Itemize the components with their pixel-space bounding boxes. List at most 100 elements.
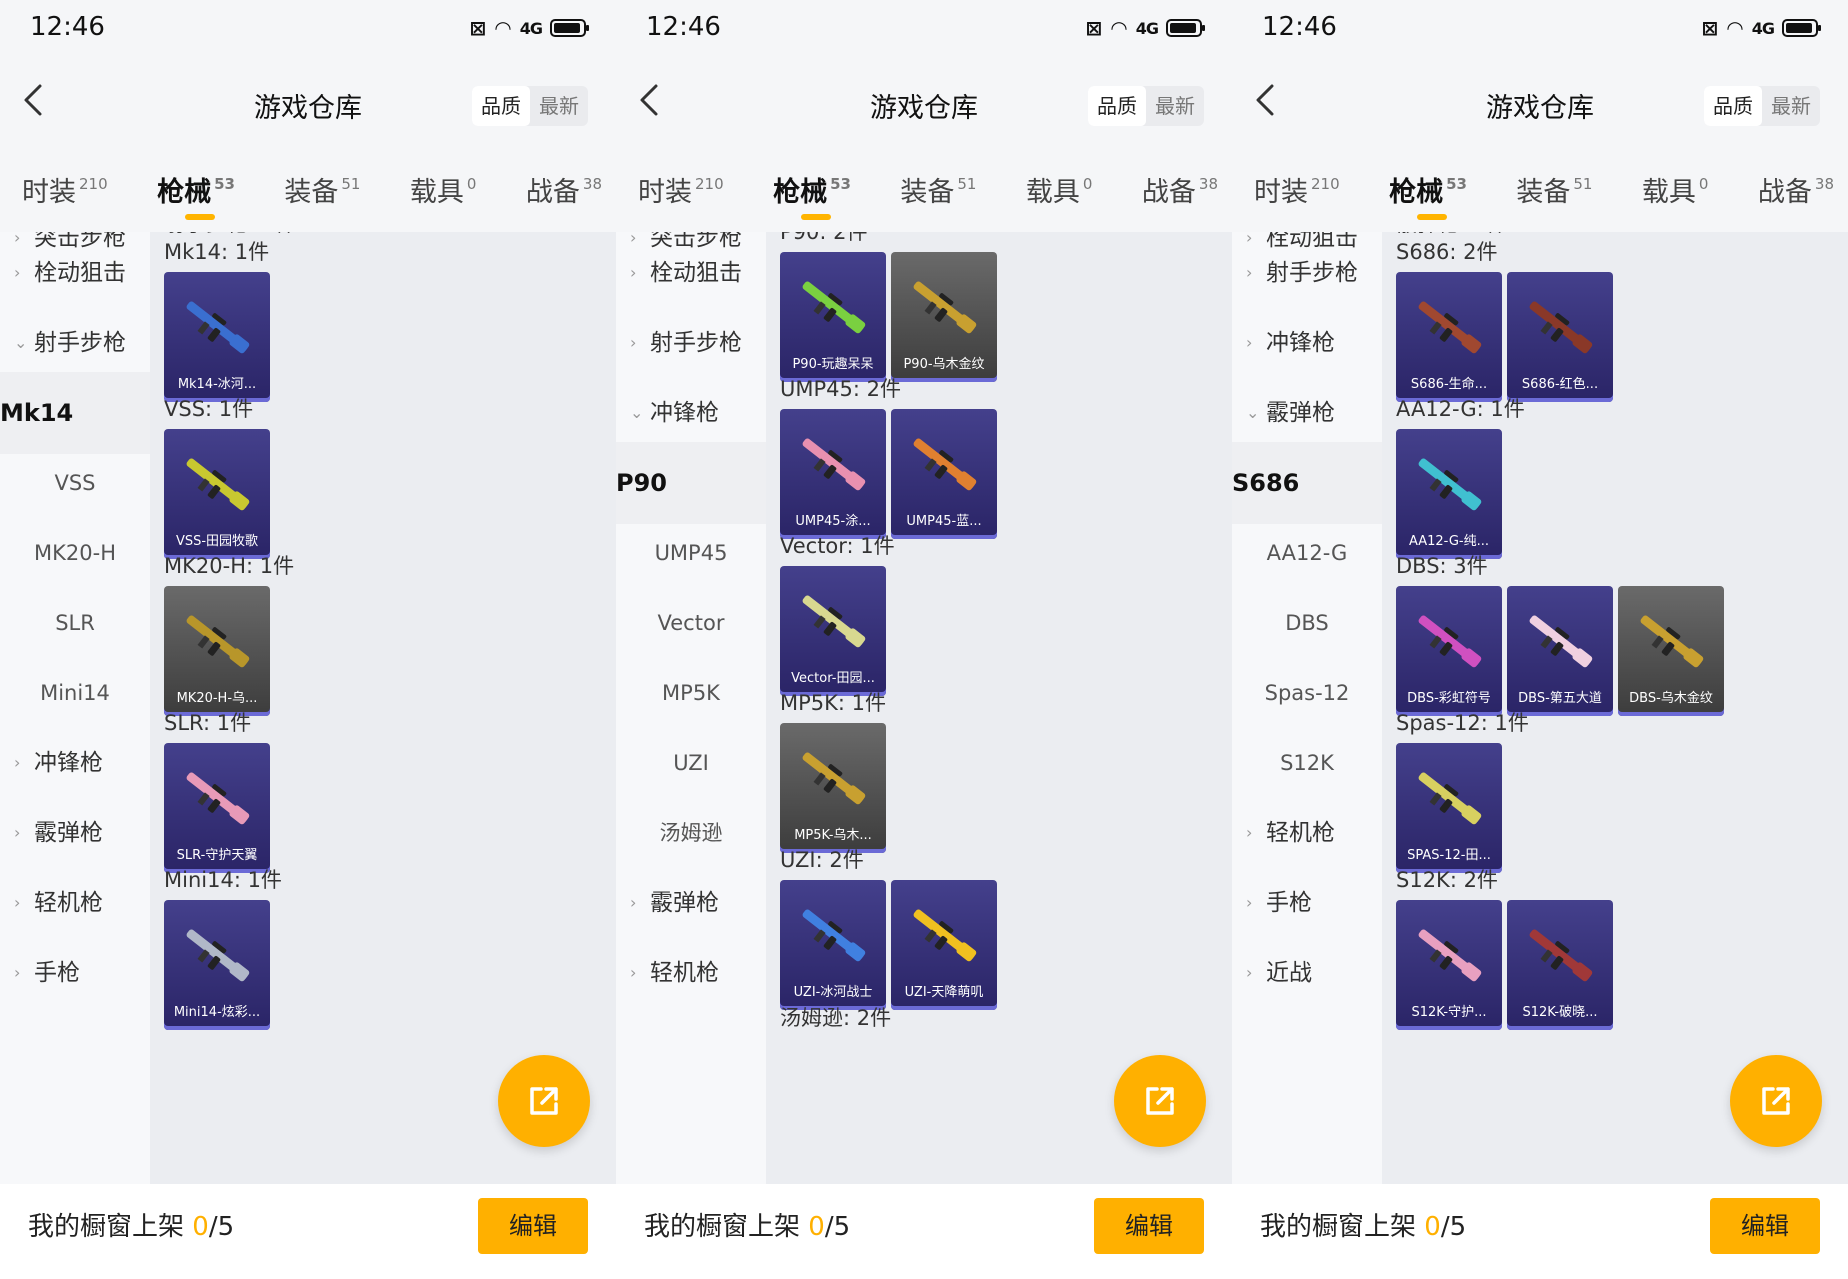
group-cards: DBS-彩虹符号 DBS-第五大道 DBS-乌木金纹 [1396, 586, 1724, 716]
tab-0[interactable]: 时装 210 [1254, 170, 1340, 230]
tab-0[interactable]: 时装 210 [22, 170, 108, 230]
weapon-skin-card[interactable]: UMP45-涂... [780, 409, 886, 539]
sidebar-item-label: 栓动狙击 [650, 260, 742, 286]
tab-label: 装备 [284, 177, 339, 208]
shelf-label: 我的橱窗上架 [28, 1212, 193, 1242]
sort-quality-button[interactable]: 品质 [472, 86, 530, 126]
sort-toggle[interactable]: 品质 最新 [472, 86, 588, 126]
sort-newest-button[interactable]: 最新 [1146, 86, 1204, 126]
skin-name: UZI-天降萌叽 [904, 985, 984, 1000]
sort-quality-button[interactable]: 品质 [1088, 86, 1146, 126]
edit-button[interactable]: 编辑 [478, 1198, 588, 1254]
weapon-grid: P90: 2件 P90-玩趣呆呆 P90-乌木金纹 UMP45: 2件 UMP45-涂.… [766, 232, 1232, 1184]
edit-button[interactable]: 编辑 [1094, 1198, 1204, 1254]
gun-skin-image [1529, 615, 1593, 668]
tab-4[interactable]: 战备 38 [1758, 170, 1834, 230]
weapon-skin-card[interactable]: DBS-第五大道 [1507, 586, 1613, 716]
weapon-skin-card[interactable]: S12K-破晓... [1507, 900, 1613, 1030]
share-button[interactable] [498, 1055, 590, 1147]
wifi-icon: ◠ [1726, 16, 1744, 40]
group-cards: AA12-G-纯... [1396, 429, 1525, 559]
tab-2[interactable]: 装备 51 [1516, 170, 1592, 230]
weapon-skin-card[interactable]: DBS-彩虹符号 [1396, 586, 1502, 716]
shelf-status: 我的橱窗上架 0/5 [1260, 1206, 1466, 1243]
sidebar-item[interactable]: › 轻机枪 [616, 932, 766, 1014]
phone-screen-2: 12:46 ⊠ ◠ 4G 游戏仓库 品质 最新 时装 210 枪械 53 装备 51 载具 0 战备 38 › 突击… [616, 0, 1232, 1279]
weapon-skin-card[interactable]: S686-生命... [1396, 272, 1502, 402]
weapon-skin-card[interactable]: SPAS-12-田... [1396, 743, 1502, 873]
category-tabs: 时装 210 枪械 53 装备 51 载具 0 战备 38 [0, 170, 616, 230]
weapon-skin-card[interactable]: UMP45-蓝... [891, 409, 997, 539]
skin-name: UMP45-蓝... [906, 514, 982, 529]
sidebar-item[interactable]: › 近战 [1232, 932, 1382, 1014]
tab-label: 载具 [1641, 177, 1696, 208]
tab-label: 枪械 [1389, 177, 1444, 208]
weapon-skin-card[interactable]: Mini14-炫彩... [164, 900, 270, 1030]
tab-label: 时装 [638, 177, 692, 208]
chevron-icon: › [630, 963, 637, 982]
share-button[interactable] [1114, 1055, 1206, 1147]
status-time: 12:46 [30, 12, 105, 42]
nfc-icon: ⊠ [1701, 16, 1719, 40]
nfc-icon: ⊠ [1085, 16, 1103, 40]
share-button[interactable] [1730, 1055, 1822, 1147]
sidebar-item-label: S12K [1280, 751, 1334, 775]
sort-quality-button[interactable]: 品质 [1704, 86, 1762, 126]
status-bar: 12:46 ⊠ ◠ 4G [1232, 0, 1848, 56]
sidebar-item-label: Vector [657, 611, 725, 635]
weapon-skin-card[interactable]: UZI-冰河战士 [780, 880, 886, 1010]
weapon-skin-card[interactable]: SLR-守护天翼 [164, 743, 270, 873]
phone-screen-3: 12:46 ⊠ ◠ 4G 游戏仓库 品质 最新 时装 210 枪械 53 装备 51 载具 0 战备 38 › 栓动… [1232, 0, 1848, 1279]
weapon-skin-card[interactable]: Vector-田园... [780, 566, 886, 696]
weapon-skin-card[interactable]: S686-红色... [1507, 272, 1613, 402]
weapon-skin-card[interactable]: MK20-H-乌... [164, 586, 270, 716]
weapon-skin-card[interactable]: MP5K-乌木... [780, 723, 886, 853]
weapon-group: Mk14: 1件 Mk14-冰河... [164, 232, 270, 402]
sort-toggle[interactable]: 品质 最新 [1088, 86, 1204, 126]
tab-3[interactable]: 载具 0 [410, 170, 477, 230]
sort-newest-button[interactable]: 最新 [1762, 86, 1820, 126]
tab-1[interactable]: 枪械 53 [157, 170, 235, 230]
skin-name: DBS-乌木金纹 [1629, 691, 1713, 706]
group-title: SLR: 1件 [164, 711, 252, 735]
share-icon [530, 1087, 558, 1115]
bottom-bar: 我的橱窗上架 0/5 编辑 [1232, 1184, 1848, 1279]
group-cards: SLR-守护天翼 [164, 743, 270, 873]
sort-toggle[interactable]: 品质 最新 [1704, 86, 1820, 126]
sidebar-item-label: 射手步枪 [34, 330, 126, 356]
tab-0[interactable]: 时装 210 [638, 170, 724, 230]
tab-4[interactable]: 战备 38 [526, 170, 602, 230]
sidebar-item-label: Mk14 [0, 399, 74, 427]
weapon-skin-card[interactable]: VSS-田园牧歌 [164, 429, 270, 559]
tab-3[interactable]: 载具 0 [1026, 170, 1093, 230]
sort-newest-button[interactable]: 最新 [530, 86, 588, 126]
tab-2[interactable]: 装备 51 [900, 170, 976, 230]
wifi-icon: ◠ [1110, 16, 1128, 40]
partial-group-title: 汤姆逊: 2件 [780, 1006, 892, 1030]
edit-button[interactable]: 编辑 [1710, 1198, 1820, 1254]
weapon-skin-card[interactable]: UZI-天降萌叽 [891, 880, 997, 1010]
gun-skin-image [802, 438, 866, 491]
weapon-skin-card[interactable]: Mk14-冰河... [164, 272, 270, 402]
tab-label: 载具 [1025, 177, 1080, 208]
sidebar-item-label: AA12-G [1266, 541, 1348, 565]
tab-4[interactable]: 战备 38 [1142, 170, 1218, 230]
tab-2[interactable]: 装备 51 [284, 170, 360, 230]
sidebar-item-label: S686 [1232, 469, 1300, 497]
tab-1[interactable]: 枪械 53 [773, 170, 851, 230]
weapon-skin-card[interactable]: P90-乌木金纹 [891, 252, 997, 382]
tab-count: 51 [957, 175, 977, 193]
tab-1[interactable]: 枪械 53 [1389, 170, 1467, 230]
tab-3[interactable]: 载具 0 [1642, 170, 1709, 230]
group-cards: SPAS-12-田... [1396, 743, 1529, 873]
status-icons: ⊠ ◠ 4G [470, 16, 589, 40]
weapon-skin-card[interactable]: P90-玩趣呆呆 [780, 252, 886, 382]
weapon-skin-card[interactable]: DBS-乌木金纹 [1618, 586, 1724, 716]
weapon-skin-card[interactable]: AA12-G-纯... [1396, 429, 1502, 559]
shelf-status: 我的橱窗上架 0/5 [644, 1206, 850, 1243]
tab-label: 枪械 [773, 177, 828, 208]
group-title: UZI: 2件 [780, 848, 864, 872]
group-title: P90: 2件 [780, 232, 868, 244]
weapon-skin-card[interactable]: S12K-守护... [1396, 900, 1502, 1030]
sidebar-item[interactable]: › 手枪 [0, 932, 150, 1014]
